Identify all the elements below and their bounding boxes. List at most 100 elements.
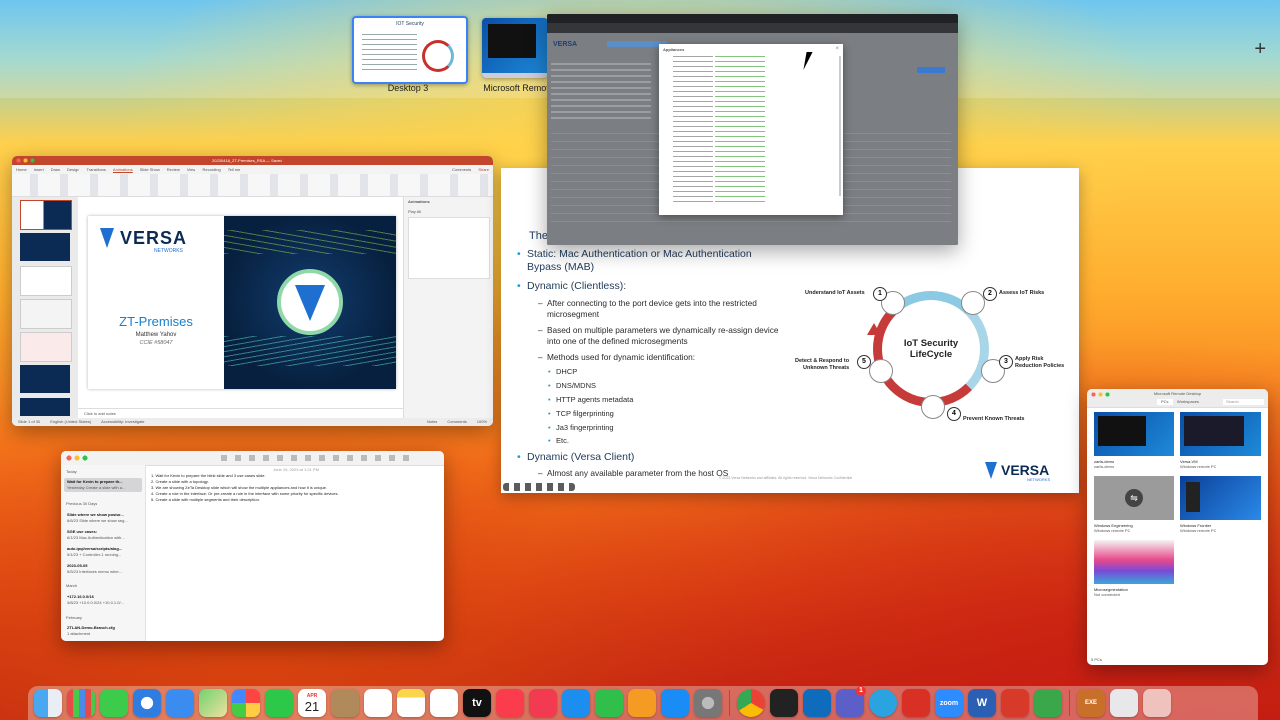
ppt-tab-tellme[interactable]: Tell me (228, 167, 241, 173)
ppt-tab-home[interactable]: Home (16, 167, 27, 173)
acrobat-icon[interactable] (902, 689, 930, 717)
thumb-text-lines (362, 34, 417, 74)
ppt-thumb-2[interactable] (20, 233, 70, 261)
ppt-status-comments[interactable]: Comments (447, 419, 466, 425)
ppt-thumb-1[interactable] (20, 200, 72, 230)
browser-addressbar[interactable] (547, 23, 958, 33)
notes-traffic-lights[interactable] (66, 455, 88, 461)
ppt-animations-pane[interactable]: Animations Play All (403, 197, 493, 418)
notes-icon[interactable] (397, 689, 425, 717)
notes-item-selected[interactable]: Wait for Kevin to prepare th... Yesterda… (64, 478, 142, 492)
ppt-thumb-5[interactable] (20, 332, 72, 362)
remote-desktop-icon[interactable] (1001, 689, 1029, 717)
photos-icon[interactable] (232, 689, 260, 717)
tv-icon[interactable]: tv (463, 689, 491, 717)
rdp-pc-sub: Windows remote PC (1180, 528, 1217, 533)
launchpad-icon[interactable] (67, 689, 95, 717)
rdp-pc-tile[interactable]: ⇋ (1094, 476, 1174, 520)
rdp-pc-tile[interactable] (1094, 412, 1174, 456)
ppt-tab-design[interactable]: Design (67, 167, 79, 173)
browser-action-button[interactable] (917, 67, 945, 73)
chrome-icon[interactable] (737, 689, 765, 717)
remote-desktop-window[interactable]: Microsoft Remote Desktop PCs Workspaces … (1087, 389, 1268, 665)
ppt-traffic-lights[interactable] (16, 158, 36, 163)
ppt-slide-ccie: CCIE #58047 (139, 340, 173, 346)
reminders-icon[interactable] (364, 689, 392, 717)
app-store-icon[interactable] (661, 689, 689, 717)
teams-icon[interactable]: 1 (836, 686, 866, 717)
telegram-icon[interactable] (869, 689, 897, 717)
terminal-icon[interactable] (770, 689, 798, 717)
rdp-pc-tile[interactable] (1180, 412, 1261, 456)
notes-item[interactable]: +172.16.0.0/16 3/8/23 +10.0.0.0/24 +10.0… (64, 593, 142, 607)
ppt-tab-slideshow[interactable]: Slide Show (140, 167, 160, 173)
numbers-icon[interactable] (595, 689, 623, 717)
finder-icon[interactable] (34, 689, 62, 717)
ppt-thumb-6[interactable] (20, 365, 70, 393)
rdp-pc-tile[interactable] (1094, 540, 1174, 584)
browser-logo: VERSA (553, 41, 578, 48)
keynote-icon[interactable] (562, 689, 590, 717)
calendar-icon[interactable]: APR 21 (298, 689, 326, 717)
folder-icon[interactable] (1110, 689, 1138, 717)
json-popup[interactable]: Appliances × (659, 44, 843, 215)
ppt-comments-button[interactable]: Comments (452, 167, 471, 173)
notes-item[interactable]: auto.ipqi/versa/scripts/alog... 5/1/23 +… (64, 545, 142, 559)
zoom-icon[interactable]: zoom (935, 689, 963, 717)
facetime-icon[interactable] (265, 689, 293, 717)
rdp-search-input[interactable]: Search (1223, 399, 1264, 405)
ppt-thumb-3[interactable] (20, 266, 72, 296)
ppt-tab-recording[interactable]: Recording (202, 167, 220, 173)
remote-desktop-thumbnail[interactable] (482, 18, 548, 78)
ppt-tab-transitions[interactable]: Transitions (86, 167, 105, 173)
outlook-icon[interactable] (803, 689, 831, 717)
notes-item[interactable]: SGE use cases: 6/1/23 Mac Authentication… (64, 528, 142, 542)
rdp-tab-pcs[interactable]: PCs (1157, 399, 1173, 405)
maps-icon[interactable] (199, 689, 227, 717)
webex-icon[interactable] (1034, 689, 1062, 717)
music-icon[interactable] (496, 689, 524, 717)
rdp-pc-tile[interactable] (1180, 476, 1261, 520)
ppt-tab-view[interactable]: View (187, 167, 196, 173)
ppt-thumb-4[interactable] (20, 299, 72, 329)
rdp-pc-sub: zarfa-demo (1094, 464, 1115, 469)
json-popup-scrollbar[interactable] (839, 56, 841, 196)
browser-window[interactable]: VERSA Appliances × (547, 14, 958, 245)
notes-toolbar-buttons[interactable] (221, 455, 411, 461)
downloads-exe-icon[interactable]: EXE (1077, 689, 1105, 717)
ppt-thumbnail-pane[interactable] (12, 197, 78, 418)
notes-item[interactable]: Slide where we show postur... 6/6/23 Sli… (64, 511, 142, 525)
messages-icon[interactable] (100, 689, 128, 717)
add-space-button[interactable]: + (1254, 38, 1266, 61)
ppt-tab-review[interactable]: Review (167, 167, 180, 173)
ppt-play-all-button[interactable]: Play All (404, 207, 493, 217)
trash-icon[interactable] (1143, 689, 1171, 717)
ppt-zoom-level[interactable]: 100% (477, 419, 487, 425)
ppt-share-button[interactable]: Share (478, 167, 489, 173)
rdp-tab-workspaces[interactable]: Workspaces (1177, 399, 1199, 405)
notes-item[interactable]: ZTLAN-Demo-Branch.cfg 1 attachment (64, 624, 142, 638)
ppt-status-notes[interactable]: Notes (427, 419, 437, 425)
ppt-slide-canvas[interactable]: VERSA NETWORKS ZT-Premises Matthew Yahov… (88, 216, 396, 389)
notes-item[interactable]: 2023-05-05 5/5/23 Interfaces memo wher..… (64, 562, 142, 576)
ppt-tab-animations[interactable]: Animations (113, 167, 133, 173)
notes-editor[interactable]: June 19, 2023 at 1:21 PM 1. Wait for Kev… (151, 467, 441, 637)
contacts-icon[interactable] (331, 689, 359, 717)
safari-icon[interactable] (133, 689, 161, 717)
json-popup-close-icon[interactable]: × (835, 46, 839, 52)
news-icon[interactable] (529, 689, 557, 717)
pages-icon[interactable] (628, 689, 656, 717)
notes-window[interactable]: Today Wait for Kevin to prepare th... Ye… (61, 451, 444, 641)
desktop3-thumbnail[interactable]: IOT Security (352, 16, 468, 84)
ppt-tab-draw[interactable]: Draw (51, 167, 60, 173)
powerpoint-window[interactable]: 20230418_ZT-Premises_RSA — Saved Home In… (12, 156, 493, 426)
system-settings-icon[interactable] (694, 689, 722, 717)
word-icon[interactable]: W (968, 689, 996, 717)
ppt-tab-insert[interactable]: Insert (34, 167, 44, 173)
notes-sidebar[interactable]: Today Wait for Kevin to prepare th... Ye… (61, 465, 146, 641)
ppt-thumb-7[interactable] (20, 398, 70, 416)
slideshow-controls[interactable] (503, 483, 575, 491)
freeform-icon[interactable] (430, 689, 458, 717)
mail-icon[interactable] (166, 689, 194, 717)
ppt-status-access[interactable]: Accessibility: Investigate (101, 419, 144, 425)
